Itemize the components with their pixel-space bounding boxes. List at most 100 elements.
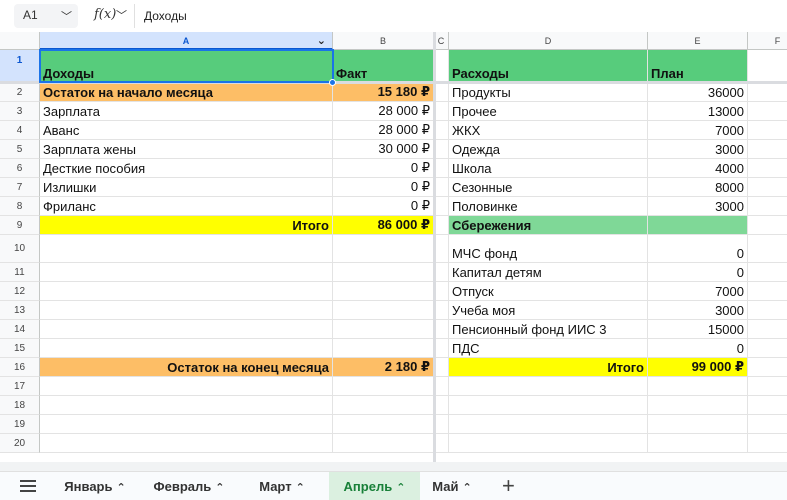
- cell-b16[interactable]: 2 180 ₽: [333, 358, 434, 377]
- cell-e5[interactable]: 3000: [648, 140, 748, 159]
- cell-d16[interactable]: Итого: [449, 358, 648, 377]
- cell-e14[interactable]: 15000: [648, 320, 748, 339]
- cell-f4[interactable]: [748, 121, 787, 140]
- cell-e1[interactable]: План: [648, 50, 748, 83]
- formula-input[interactable]: Доходы: [134, 4, 787, 28]
- cell-e10[interactable]: 0: [648, 235, 748, 263]
- cell-b3[interactable]: 28 000 ₽: [333, 102, 434, 121]
- name-box[interactable]: A1 ﹀: [14, 4, 78, 28]
- cell-b6[interactable]: 0 ₽: [333, 159, 434, 178]
- cell-f13[interactable]: [748, 301, 787, 320]
- cell-f6[interactable]: [748, 159, 787, 178]
- cell-c2[interactable]: [434, 83, 449, 102]
- row-header-18[interactable]: 18: [0, 396, 40, 415]
- cell-c16[interactable]: [434, 358, 449, 377]
- cell-c11[interactable]: [434, 263, 449, 282]
- cell-c12[interactable]: [434, 282, 449, 301]
- frozen-row-divider[interactable]: [0, 81, 787, 84]
- cell-d17[interactable]: [449, 377, 648, 396]
- cell-f7[interactable]: [748, 178, 787, 197]
- cell-e4[interactable]: 7000: [648, 121, 748, 140]
- cell-e8[interactable]: 3000: [648, 197, 748, 216]
- cell-e3[interactable]: 13000: [648, 102, 748, 121]
- cell-d20[interactable]: [449, 434, 648, 453]
- cell-c14[interactable]: [434, 320, 449, 339]
- cell-a5[interactable]: Зарплата жены: [40, 140, 333, 159]
- cell-e9[interactable]: [648, 216, 748, 235]
- cell-a11[interactable]: [40, 263, 333, 282]
- cell-c19[interactable]: [434, 415, 449, 434]
- cell-c20[interactable]: [434, 434, 449, 453]
- row-header-15[interactable]: 15: [0, 339, 40, 358]
- cell-f15[interactable]: [748, 339, 787, 358]
- chevron-up-icon[interactable]: ⌃: [296, 482, 305, 494]
- cell-d14[interactable]: Пенсионный фонд ИИС 3: [449, 320, 648, 339]
- cell-e2[interactable]: 36000: [648, 83, 748, 102]
- cell-f1[interactable]: [748, 50, 787, 83]
- cell-a7[interactable]: Излишки: [40, 178, 333, 197]
- row-header-7[interactable]: 7: [0, 178, 40, 197]
- cell-c17[interactable]: [434, 377, 449, 396]
- cell-a17[interactable]: [40, 377, 333, 396]
- cell-e15[interactable]: 0: [648, 339, 748, 358]
- chevron-up-icon[interactable]: ⌃: [463, 482, 472, 494]
- cell-b20[interactable]: [333, 434, 434, 453]
- chevron-up-icon[interactable]: ⌃: [215, 482, 224, 494]
- cell-b18[interactable]: [333, 396, 434, 415]
- cell-e12[interactable]: 7000: [648, 282, 748, 301]
- cell-a6[interactable]: Десткие пособия: [40, 159, 333, 178]
- cell-b5[interactable]: 30 000 ₽: [333, 140, 434, 159]
- cell-d12[interactable]: Отпуск: [449, 282, 648, 301]
- cell-a2[interactable]: Остаток на начало месяца: [40, 83, 333, 102]
- sheet-tab[interactable]: Февраль ⌃: [142, 472, 236, 500]
- cell-a14[interactable]: [40, 320, 333, 339]
- sheet-tab[interactable]: Январь ⌃: [52, 472, 138, 500]
- row-header-11[interactable]: 11: [0, 263, 40, 282]
- frozen-column-divider[interactable]: [433, 32, 436, 462]
- cell-e18[interactable]: [648, 396, 748, 415]
- cell-d7[interactable]: Сезонные: [449, 178, 648, 197]
- column-header-d[interactable]: D: [449, 32, 648, 50]
- cell-b1[interactable]: Факт: [333, 50, 434, 83]
- chevron-up-icon[interactable]: ⌃: [396, 482, 405, 494]
- cell-f10[interactable]: [748, 235, 787, 263]
- cell-f2[interactable]: [748, 83, 787, 102]
- cell-b9[interactable]: 86 000 ₽: [333, 216, 434, 235]
- cell-a3[interactable]: Зарплата: [40, 102, 333, 121]
- fx-icon[interactable]: f(x): [94, 7, 116, 22]
- cell-e6[interactable]: 4000: [648, 159, 748, 178]
- row-header-1[interactable]: 1: [0, 50, 40, 83]
- menu-icon[interactable]: [20, 480, 36, 492]
- cell-e7[interactable]: 8000: [648, 178, 748, 197]
- row-header-8[interactable]: 8: [0, 197, 40, 216]
- cell-b8[interactable]: 0 ₽: [333, 197, 434, 216]
- cell-b7[interactable]: 0 ₽: [333, 178, 434, 197]
- cell-e20[interactable]: [648, 434, 748, 453]
- cell-a4[interactable]: Аванс: [40, 121, 333, 140]
- cell-c18[interactable]: [434, 396, 449, 415]
- cell-d2[interactable]: Продукты: [449, 83, 648, 102]
- select-all-corner[interactable]: [0, 32, 40, 50]
- cell-d9[interactable]: Сбережения: [449, 216, 648, 235]
- cell-e17[interactable]: [648, 377, 748, 396]
- cell-a20[interactable]: [40, 434, 333, 453]
- cell-f20[interactable]: [748, 434, 787, 453]
- cell-f3[interactable]: [748, 102, 787, 121]
- column-header-a[interactable]: A ⌄: [40, 32, 333, 50]
- cell-c15[interactable]: [434, 339, 449, 358]
- cell-b15[interactable]: [333, 339, 434, 358]
- sheet-tab[interactable]: Март ⌃: [246, 472, 318, 500]
- cell-c4[interactable]: [434, 121, 449, 140]
- cell-f16[interactable]: [748, 358, 787, 377]
- cell-d15[interactable]: ПДС: [449, 339, 648, 358]
- row-header-12[interactable]: 12: [0, 282, 40, 301]
- cell-d13[interactable]: Учеба моя: [449, 301, 648, 320]
- row-header-3[interactable]: 3: [0, 102, 40, 121]
- cell-c9[interactable]: [434, 216, 449, 235]
- sheet-tab[interactable]: Апрель ⌃: [329, 472, 420, 500]
- row-header-4[interactable]: 4: [0, 121, 40, 140]
- cell-c3[interactable]: [434, 102, 449, 121]
- cell-d11[interactable]: Капитал детям: [449, 263, 648, 282]
- cell-d5[interactable]: Одежда: [449, 140, 648, 159]
- cell-a16[interactable]: Остаток на конец месяца: [40, 358, 333, 377]
